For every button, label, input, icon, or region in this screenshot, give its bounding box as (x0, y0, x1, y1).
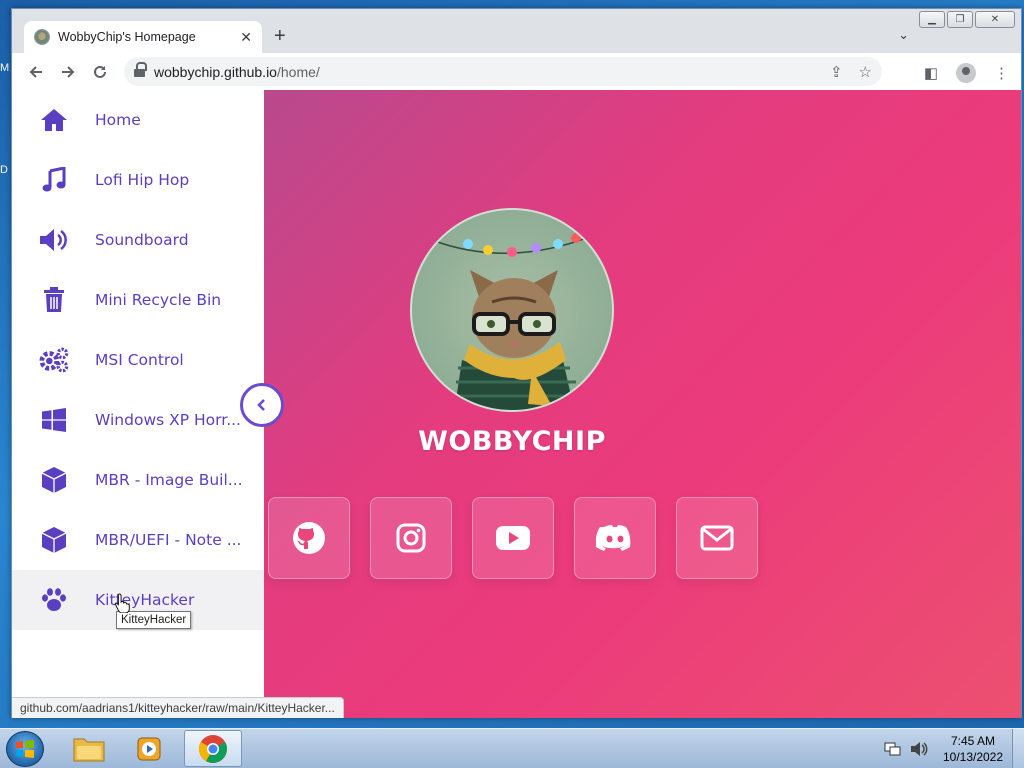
url-host: wobbychip.github.io (154, 63, 277, 80)
back-arrow-icon[interactable] (20, 56, 52, 88)
tab-search-chevron-icon[interactable]: ⌄ (898, 27, 909, 43)
sidebar-item-mbr-image-builder[interactable]: MBR - Image Buil... (12, 450, 264, 510)
close-window-button[interactable]: ✕ (975, 11, 1015, 28)
volume-icon[interactable] (910, 741, 928, 757)
discord-link[interactable] (574, 497, 656, 579)
maximize-button[interactable]: ❐ (947, 11, 973, 28)
media-player-icon (137, 737, 161, 760)
sidebar-item-label: Mini Recycle Bin (95, 291, 222, 309)
windows-logo-icon (16, 740, 34, 758)
main-content: WOBBYCHIP (264, 90, 1021, 718)
chrome-icon (199, 734, 227, 763)
social-links (268, 497, 758, 579)
start-button[interactable] (6, 731, 44, 767)
sidebar-item-label: Soundboard (95, 231, 189, 249)
sidebar-item-label: Home (95, 111, 141, 129)
instagram-link[interactable] (370, 497, 452, 579)
sidebar-item-home[interactable]: Home (12, 90, 264, 150)
github-link[interactable] (268, 497, 350, 579)
desktop-icon-label: M (0, 62, 10, 74)
side-panel-icon[interactable]: ◧ (924, 64, 938, 82)
forward-arrow-icon[interactable] (52, 56, 84, 88)
sidebar-item-label: Windows XP Horr... (95, 411, 241, 429)
cube-icon (39, 465, 69, 495)
email-icon (700, 525, 734, 551)
new-tab-button[interactable]: + (274, 25, 286, 48)
hand-cursor-icon (114, 593, 130, 613)
network-icon[interactable] (884, 741, 902, 757)
url-path: /home/ (276, 63, 320, 80)
sidebar-item-label: MSI Control (95, 351, 184, 369)
taskbar-explorer[interactable] (60, 730, 118, 767)
web-page: Home Lofi Hip Hop Soundboard Mini Recycl… (12, 90, 1021, 718)
favicon-icon (34, 29, 50, 45)
clock-date: 10/13/2022 (942, 750, 1004, 764)
lock-icon[interactable] (134, 61, 147, 78)
bookmark-star-icon[interactable]: ☆ (859, 63, 872, 81)
profile-avatar-icon[interactable] (956, 63, 976, 83)
menu-kebab-icon[interactable]: ⋮ (994, 64, 1009, 82)
cube-icon (39, 525, 69, 555)
window-caption-buttons: ▁ ❐ ✕ (919, 11, 1015, 28)
sidebar-item-mini-recycle-bin[interactable]: Mini Recycle Bin (12, 270, 264, 330)
youtube-link[interactable] (472, 497, 554, 579)
sidebar-item-soundboard[interactable]: Soundboard (12, 210, 264, 270)
browser-window: ▁ ❐ ✕ WobbyChip's Homepage ✕ + ⌄ wobbych… (11, 8, 1022, 718)
minimize-button[interactable]: ▁ (919, 11, 945, 28)
tab-close-icon[interactable]: ✕ (240, 29, 252, 46)
sidebar-collapse-button[interactable] (240, 383, 284, 427)
sidebar-item-windows-xp[interactable]: Windows XP Horr... (12, 390, 264, 450)
taskbar: 7:45 AM 10/13/2022 (0, 728, 1024, 768)
site-title: WOBBYCHIP (418, 426, 606, 457)
reload-icon[interactable] (84, 56, 116, 88)
paw-icon (39, 585, 69, 615)
gears-icon (39, 345, 69, 375)
folder-icon (73, 738, 105, 761)
status-bar-url: github.com/aadrians1/kitteyhacker/raw/ma… (12, 697, 344, 718)
sidebar-item-label: MBR/UEFI - Note ... (95, 531, 242, 549)
tab-title: WobbyChip's Homepage (58, 30, 196, 44)
home-icon (39, 105, 69, 135)
clock-time: 7:45 AM (950, 734, 996, 748)
trash-icon (39, 285, 69, 315)
taskbar-media-player[interactable] (120, 730, 178, 767)
cat-avatar-image (410, 208, 614, 412)
email-link[interactable] (676, 497, 758, 579)
browser-toolbar: wobbychip.github.io/home/ ⇪ ☆ ◧ ⋮ (12, 53, 1021, 90)
sidebar-item-msi-control[interactable]: MSI Control (12, 330, 264, 390)
tooltip: KitteyHacker (116, 611, 192, 629)
discord-icon (596, 525, 631, 551)
browser-tab[interactable]: WobbyChip's Homepage ✕ (24, 21, 262, 53)
chevron-left-icon (257, 399, 265, 411)
taskbar-chrome[interactable] (184, 730, 242, 767)
system-tray: 7:45 AM 10/13/2022 (884, 729, 1024, 768)
windows-icon (39, 405, 69, 435)
show-desktop-button[interactable] (1012, 729, 1024, 768)
desktop-icon-label: D (0, 164, 8, 176)
speaker-icon (39, 225, 69, 255)
github-icon (293, 522, 325, 554)
sidebar-item-label: MBR - Image Buil... (95, 471, 243, 489)
sidebar-item-mbr-uefi-note[interactable]: MBR/UEFI - Note ... (12, 510, 264, 570)
youtube-icon (496, 526, 530, 550)
clock[interactable]: 7:45 AM 10/13/2022 (934, 733, 1012, 765)
share-icon[interactable]: ⇪ (830, 63, 843, 81)
sidebar-item-lofi-hip-hop[interactable]: Lofi Hip Hop (12, 150, 264, 210)
sidebar-item-label: Lofi Hip Hop (95, 171, 190, 189)
instagram-icon (396, 523, 426, 553)
address-bar[interactable]: wobbychip.github.io/home/ ⇪ ☆ (124, 57, 882, 86)
music-icon (39, 165, 69, 195)
